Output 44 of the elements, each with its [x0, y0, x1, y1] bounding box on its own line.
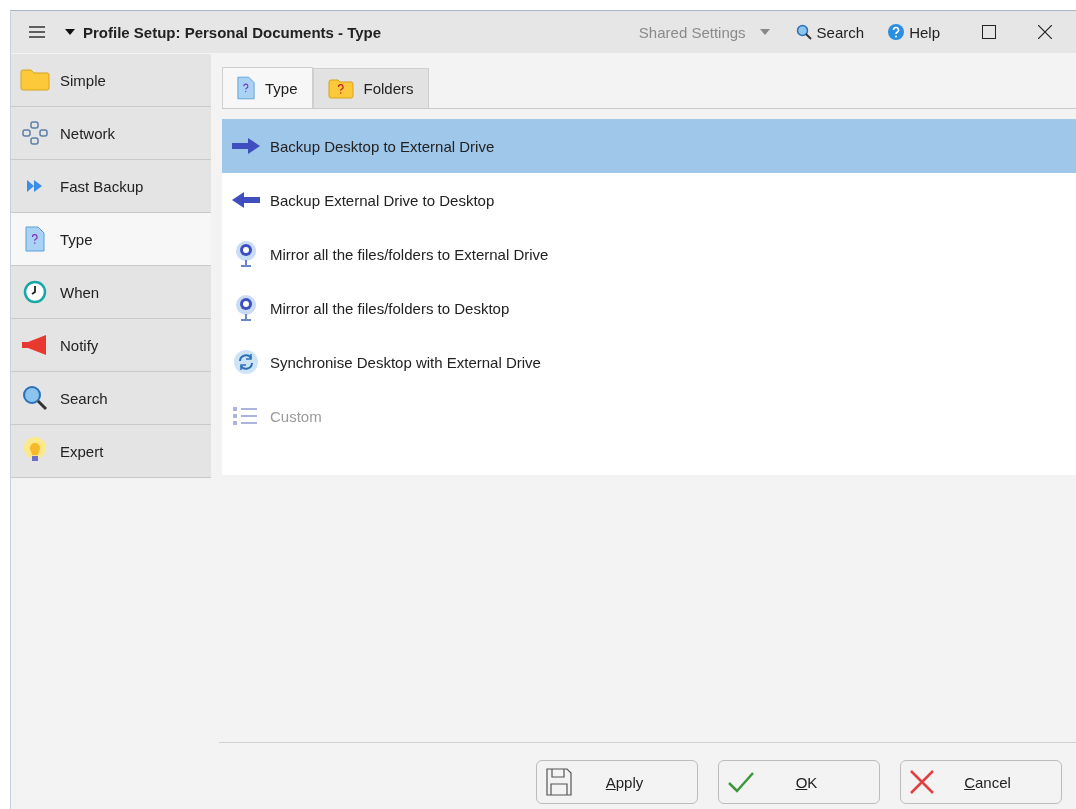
clock-icon: [23, 280, 47, 304]
search-icon: [795, 24, 812, 40]
dialog-button[interactable]: Cancel: [900, 760, 1062, 804]
sidebar-item[interactable]: Simple: [11, 54, 211, 107]
window-title: Profile Setup: Personal Documents - Type: [83, 23, 382, 41]
caret-icon: [759, 29, 770, 35]
list-item[interactable]: Mirror all the files/folders to External Drive: [222, 227, 1076, 281]
sidebar-item[interactable]: Network: [11, 107, 211, 160]
fast-forward-icon: [27, 180, 43, 192]
checkmark-icon: [728, 771, 754, 793]
sync-icon: [233, 349, 259, 375]
folder-icon: [327, 78, 354, 99]
caret-icon[interactable]: [65, 29, 75, 35]
sidebar-item[interactable]: Search: [11, 372, 211, 425]
dialog-button[interactable]: OK: [718, 760, 880, 804]
document-icon: [25, 226, 45, 252]
sidebar-item[interactable]: Notify: [11, 319, 211, 372]
sidebar-item[interactable]: When: [11, 266, 211, 319]
list-item[interactable]: Synchronise Desktop with External Drive: [222, 335, 1076, 389]
tab[interactable]: Type: [222, 67, 313, 108]
help-button[interactable]: Help: [888, 23, 940, 41]
sidebar-item[interactable]: Type: [11, 213, 211, 266]
list-item[interactable]: Mirror all the files/folders to Desktop: [222, 281, 1076, 335]
help-icon: [888, 24, 905, 40]
document-icon: [237, 76, 255, 100]
search-icon: [22, 385, 48, 411]
menu-icon[interactable]: [29, 26, 45, 38]
dialog-button[interactable]: Apply: [536, 760, 698, 804]
mirror-icon: [233, 294, 259, 322]
tab[interactable]: Folders: [312, 68, 429, 108]
list-item[interactable]: Backup Desktop to External Drive: [222, 119, 1076, 173]
close-icon[interactable]: [1038, 25, 1052, 39]
close-icon: [910, 770, 934, 794]
sidebar-item[interactable]: Expert: [11, 425, 211, 478]
right-arrow-icon: [232, 138, 260, 154]
list-icon: [233, 405, 259, 427]
mirror-icon: [233, 240, 259, 268]
search-button[interactable]: Search: [795, 23, 865, 41]
left-arrow-icon: [232, 192, 260, 208]
list-item[interactable]: Backup External Drive to Desktop: [222, 173, 1076, 227]
folder-icon: [20, 69, 50, 91]
network-icon: [22, 121, 48, 145]
maximize-icon[interactable]: [982, 25, 996, 39]
sidebar-item[interactable]: Fast Backup: [11, 160, 211, 213]
